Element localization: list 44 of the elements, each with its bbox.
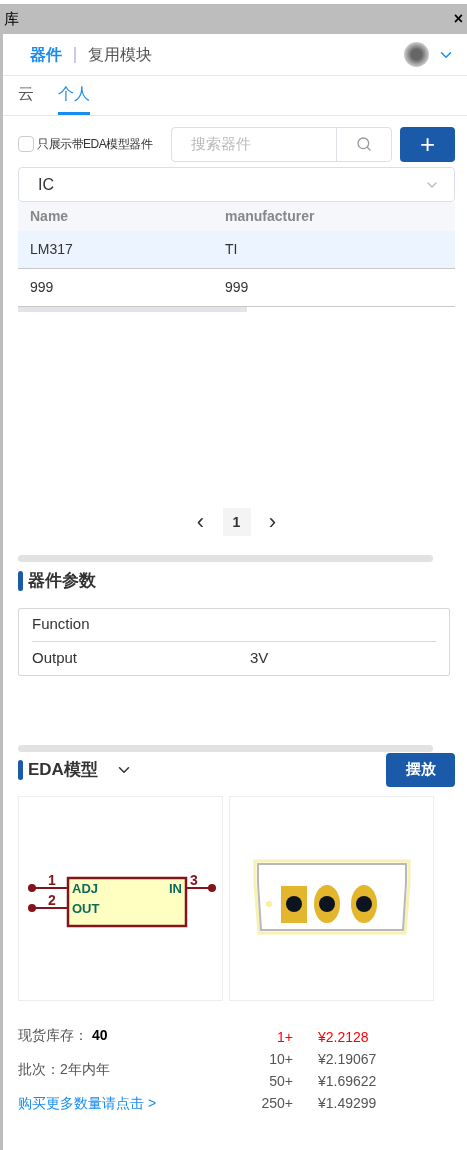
parameter-name: Function <box>32 614 91 635</box>
price-value: ¥2.19067 <box>318 1050 377 1069</box>
source-tab[interactable]: 云 <box>18 82 34 115</box>
column-header: manufacturer <box>225 207 315 226</box>
close-button[interactable]: × <box>453 11 463 27</box>
table-cell-text: 999 <box>29 278 55 297</box>
source-tab[interactable]: 个人 <box>58 82 90 115</box>
price-value: ¥1.69622 <box>318 1072 377 1091</box>
price-quantity: 1+ <box>276 1028 293 1047</box>
table-row[interactable]: LM317 TI <box>18 231 455 269</box>
search-field[interactable]: 搜索器件 <box>171 126 392 162</box>
price-value: ¥2.2128 <box>318 1028 369 1047</box>
schematic-symbol-drawing: 1 ADJ 2 OUT 3 IN <box>25 864 216 932</box>
window-title: 库 <box>4 8 19 29</box>
price-quantity: 10+ <box>268 1050 293 1069</box>
checkbox[interactable] <box>18 136 34 152</box>
stock-value: 40 <box>92 1026 108 1045</box>
table-cell-text: TI <box>225 240 238 259</box>
place-button[interactable]: 摆放 <box>386 752 455 787</box>
table-cell-text: 999 <box>225 278 249 297</box>
section-accent-mark <box>18 570 23 591</box>
price-quantity: 250+ <box>260 1094 293 1113</box>
parameter-value: 3V <box>250 647 269 668</box>
checkbox-label: 只展示带EDA模型器件 <box>37 136 153 153</box>
next-page-button[interactable]: › <box>262 511 283 533</box>
batch-text: 批次：2年内年 <box>18 1059 111 1079</box>
stock-label: 现货库存： <box>18 1026 88 1045</box>
parameter-name: Output <box>32 647 79 668</box>
buy-more-link[interactable]: 购买更多数量请点击 > <box>18 1092 238 1115</box>
price-value: ¥1.49299 <box>318 1094 377 1113</box>
page-button[interactable]: 1 <box>222 508 251 536</box>
column-header: Name <box>29 207 70 226</box>
price-quantity: 50+ <box>268 1072 293 1091</box>
section-accent-mark <box>18 759 23 780</box>
section-title: EDA模型 <box>28 758 98 781</box>
previous-page-button[interactable]: ‹ <box>190 511 211 533</box>
avatar-icon[interactable] <box>404 42 429 67</box>
search-input[interactable]: 搜索器件 <box>172 127 337 161</box>
section-title: 器件参数 <box>28 570 96 592</box>
table-cell-text: LM317 <box>29 240 74 259</box>
category-select[interactable]: IC <box>18 167 455 202</box>
search-icon[interactable] <box>356 136 372 152</box>
add-button[interactable]: + <box>400 126 455 162</box>
section-tab[interactable]: 复用模块 <box>88 42 152 67</box>
